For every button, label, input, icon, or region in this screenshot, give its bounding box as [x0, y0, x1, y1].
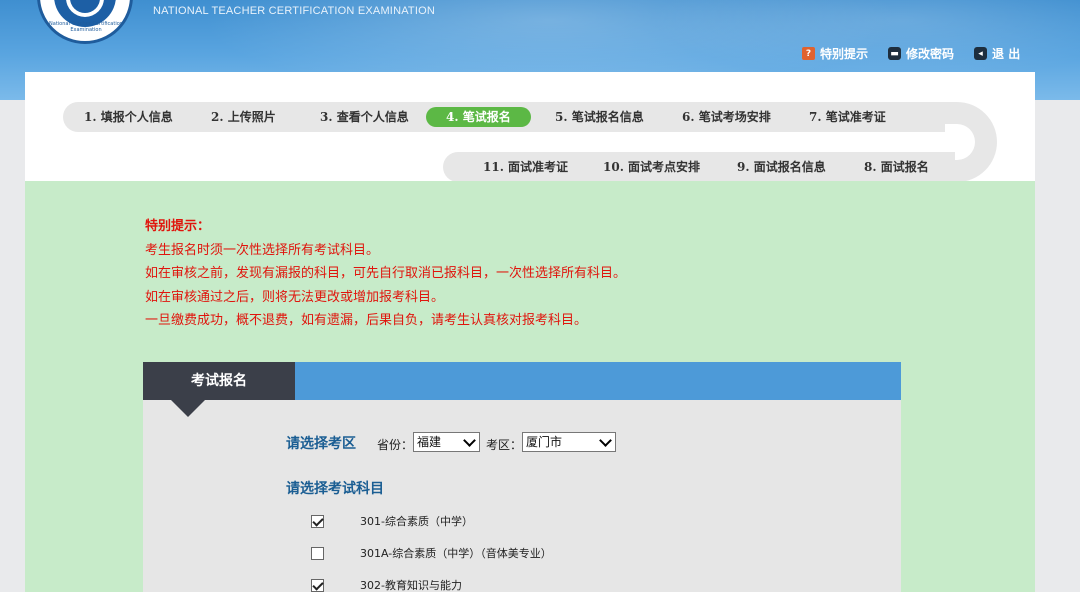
step-7-written-admission-ticket[interactable]: 7. 笔试准考证	[809, 107, 886, 127]
special-notice: 特别提示： 考生报名时须一次性选择所有考试科目。 如在审核之前，发现有漏报的科目…	[145, 215, 626, 333]
keyboard-icon: ▬	[888, 47, 902, 60]
notice-line: 如在审核之前，发现有漏报的科目，可先自行取消已报科目，一次性选择所有科目。	[145, 266, 627, 281]
select-exam-area-heading: 请选择考区	[286, 436, 356, 452]
logout-label: 退 出	[992, 47, 1021, 61]
subject-label: 301A-综合素质（中学）（音体美专业）	[360, 547, 552, 560]
notice-line: 考生报名时须一次性选择所有考试科目。	[145, 242, 380, 258]
subject-301-checkbox[interactable]	[311, 514, 324, 528]
logout-link[interactable]: ◂ 退 出	[974, 45, 1020, 62]
special-tip-label: 特别提示	[820, 47, 869, 61]
notice-line: 一旦缴费成功，概不退费，如有遗漏，后果自负，请考生认真核对报考科目。	[145, 313, 588, 328]
step-5-written-registration-info[interactable]: 5. 笔试报名信息	[555, 107, 644, 127]
step-11-interview-admission-ticket[interactable]: 11. 面试准考证	[483, 157, 568, 177]
step-4-written-registration[interactable]: 4. 笔试报名	[426, 107, 531, 127]
content-area: 特别提示： 考生报名时须一次性选择所有考试科目。 如在审核之前，发现有漏报的科目…	[25, 181, 1035, 592]
site-logo: National Teacher Certification Examinati…	[37, 0, 133, 44]
step-1-fill-info[interactable]: 1. 填报个人信息	[84, 107, 173, 127]
exam-registration-panel: 考试报名 请选择考区 省份： 福建 考区： 厦门市 请选择考试科目 301-综合…	[143, 362, 901, 592]
main-card: 1. 填报个人信息 2. 上传照片 3. 查看个人信息 4. 笔试报名 5. 笔…	[25, 72, 1035, 592]
subject-option: 301-综合素质（中学）	[311, 513, 473, 529]
district-label: 考区：	[486, 438, 523, 452]
notice-line: 如在审核通过之后，则将无法更改或增加报考科目。	[145, 289, 445, 305]
subject-301a-checkbox[interactable]	[311, 546, 324, 560]
tab-pointer-icon	[171, 400, 205, 417]
logo-ring-text: National Teacher Certification Examinati…	[49, 21, 123, 33]
change-password-label: 修改密码	[906, 47, 955, 61]
province-select[interactable]: 福建	[413, 432, 480, 452]
subject-302-checkbox[interactable]	[311, 578, 324, 592]
district-select-value: 厦门市	[526, 435, 563, 449]
step-10-interview-venue[interactable]: 10. 面试考点安排	[603, 157, 700, 177]
subject-label: 301-综合素质（中学）	[360, 515, 473, 528]
select-subjects-heading: 请选择考试科目	[286, 481, 384, 497]
subject-label: 302-教育知识与能力	[360, 579, 462, 592]
step-9-interview-registration-info[interactable]: 9. 面试报名信息	[737, 157, 826, 177]
question-mark-icon: ?	[802, 47, 815, 60]
chevron-down-icon	[463, 434, 476, 447]
step-3-view-info[interactable]: 3. 查看个人信息	[320, 107, 409, 127]
province-label: 省份：	[377, 438, 414, 452]
top-links: ? 特别提示 ▬ 修改密码 ◂ 退 出	[802, 45, 1020, 62]
back-arrow-icon: ◂	[974, 47, 988, 60]
special-tip-link[interactable]: ? 特别提示	[802, 45, 868, 62]
province-select-value: 福建	[417, 435, 442, 449]
district-select[interactable]: 厦门市	[522, 432, 616, 452]
panel-tab-exam-registration[interactable]: 考试报名	[143, 362, 295, 400]
step-8-interview-registration[interactable]: 8. 面试报名	[864, 157, 929, 177]
step-2-upload-photo[interactable]: 2. 上传照片	[211, 107, 276, 127]
step-6-written-venue[interactable]: 6. 笔试考场安排	[682, 107, 771, 127]
subject-option: 302-教育知识与能力	[311, 577, 462, 592]
notice-title: 特别提示：	[145, 219, 211, 234]
change-password-link[interactable]: ▬ 修改密码	[888, 45, 954, 62]
site-brand-english: NATIONAL TEACHER CERTIFICATION EXAMINATI…	[153, 5, 436, 17]
chevron-down-icon	[599, 434, 612, 447]
subject-option: 301A-综合素质（中学）（音体美专业）	[311, 545, 552, 561]
